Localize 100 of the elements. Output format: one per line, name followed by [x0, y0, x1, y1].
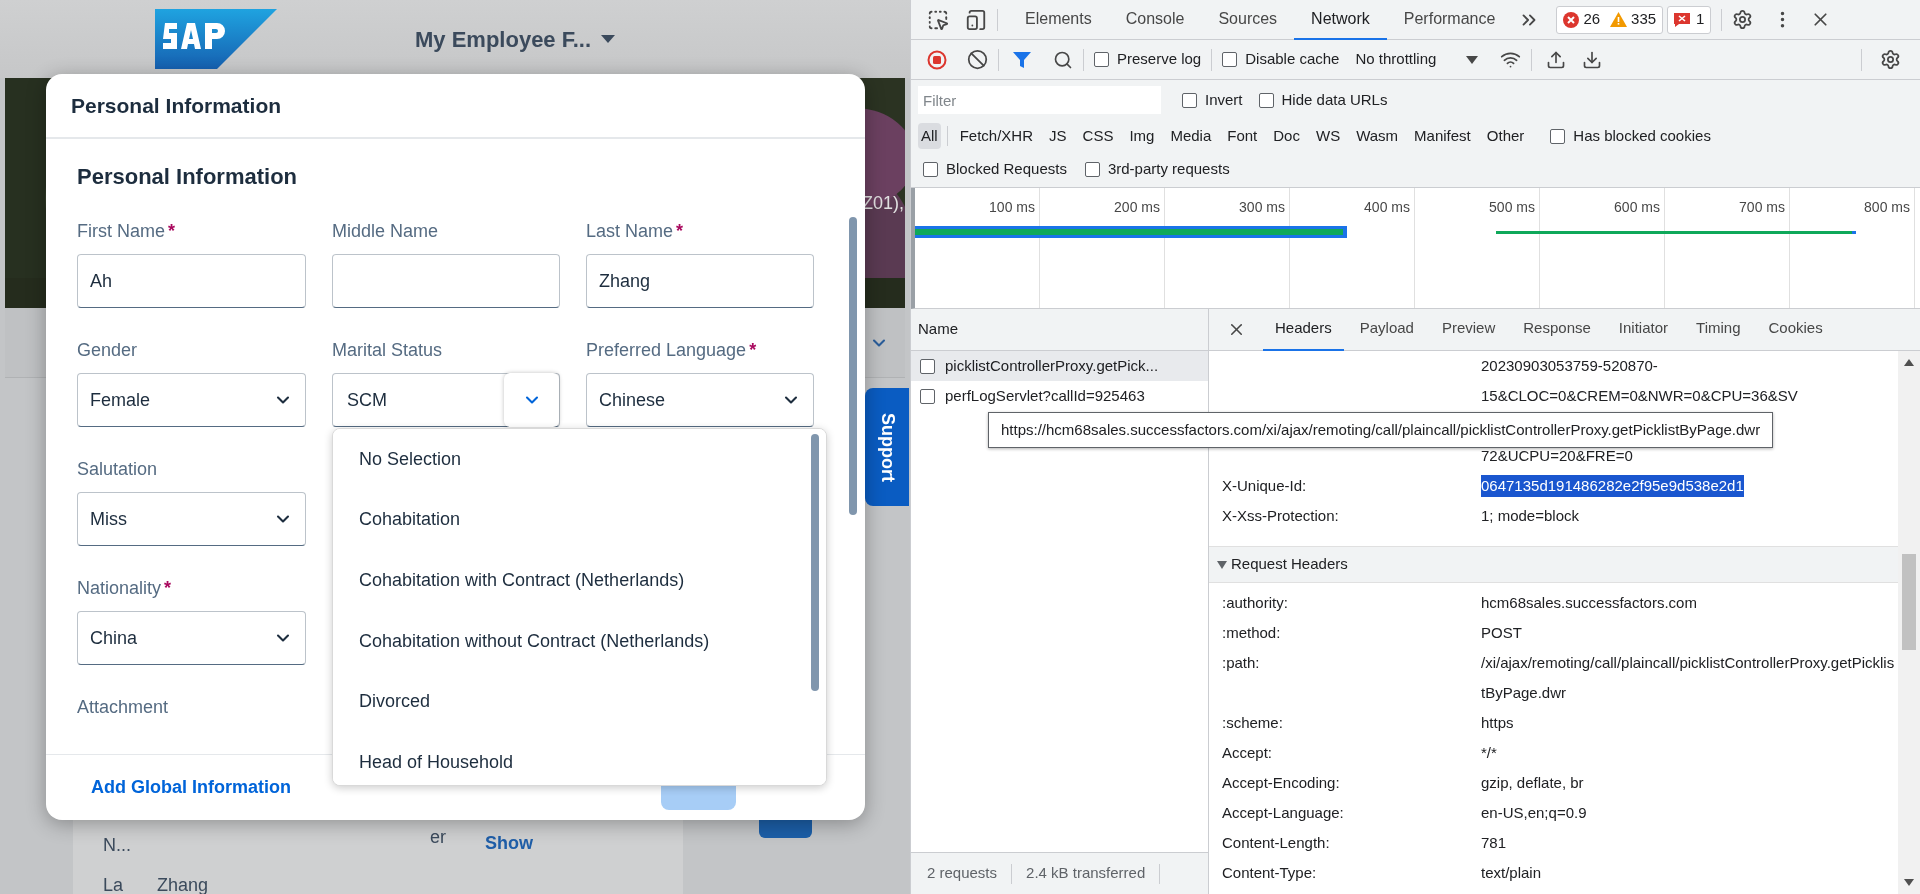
show-link[interactable]: Show: [485, 830, 533, 857]
text-input[interactable]: Ah: [77, 254, 306, 308]
filter-icon[interactable]: [1013, 50, 1031, 69]
type-filter-chip[interactable]: Font: [1224, 123, 1261, 149]
checkbox-label: Blocked Requests: [946, 159, 1067, 180]
detail-tab[interactable]: Timing: [1684, 308, 1753, 351]
scrollbar-thumb[interactable]: [849, 217, 857, 515]
detail-tab[interactable]: Headers: [1263, 308, 1344, 351]
required-mark: *: [168, 219, 176, 243]
checkbox-label: Preserve log: [1117, 49, 1202, 70]
select-field[interactable]: China: [77, 611, 306, 665]
search-icon[interactable]: [1053, 49, 1073, 70]
checkbox-label: Has blocked cookies: [1573, 125, 1711, 146]
checkbox[interactable]: [1550, 128, 1566, 144]
device-toolbar-icon[interactable]: [965, 8, 987, 31]
required-mark: *: [164, 576, 172, 600]
type-filter-chip[interactable]: JS: [1046, 123, 1070, 149]
checkbox-label: Disable cache: [1245, 49, 1340, 70]
header-value: text/plain: [1481, 863, 1543, 883]
throttling-select[interactable]: No throttling: [1355, 48, 1479, 71]
checkbox[interactable]: [920, 358, 935, 374]
checkbox[interactable]: [1222, 52, 1238, 67]
record-stop-icon[interactable]: [927, 49, 947, 70]
error-warning-counter[interactable]: 26 335: [1556, 5, 1664, 34]
field-label: First Name: [77, 219, 165, 243]
combo-box[interactable]: SCM: [332, 373, 560, 427]
checkbox[interactable]: [923, 162, 938, 177]
checkbox-label: 3rd-party requests: [1107, 159, 1230, 180]
dropdown-option[interactable]: Cohabitation with Contract (Netherlands): [333, 550, 826, 611]
type-filter-chip[interactable]: Media: [1167, 123, 1215, 149]
text-input[interactable]: Zhang: [586, 254, 814, 308]
detail-tab[interactable]: Response: [1511, 308, 1603, 351]
header-value: 15&CLOC=0&CREM=0&NWR=0&CPU=36&SV: [1481, 385, 1798, 406]
clear-icon[interactable]: [967, 49, 988, 70]
type-filter-chip[interactable]: All: [918, 123, 941, 149]
section-header[interactable]: Request Headers: [1209, 547, 1898, 583]
type-filter-chip[interactable]: WS: [1312, 123, 1344, 149]
text-input[interactable]: [332, 254, 560, 308]
header-name: X-Xss-Protection:: [1222, 505, 1340, 526]
download-icon[interactable]: [1582, 49, 1603, 70]
dropdown-option[interactable]: No Selection: [333, 429, 826, 490]
header-name: :authority:: [1222, 593, 1289, 613]
detail-tab[interactable]: Initiator: [1606, 308, 1681, 351]
type-filter-chip[interactable]: Manifest: [1411, 123, 1474, 149]
scrollbar-thumb[interactable]: [811, 434, 819, 691]
type-filter-chip[interactable]: Img: [1126, 123, 1158, 149]
dropdown-option[interactable]: Head of Household: [333, 731, 826, 785]
app-title-menu[interactable]: My Employee F...: [415, 22, 616, 56]
panel-tab[interactable]: Sources: [1201, 0, 1295, 40]
dropdown-option[interactable]: Cohabitation: [333, 489, 826, 551]
checkbox-label: Invert: [1205, 89, 1243, 110]
add-global-information-link[interactable]: Add Global Information: [91, 774, 291, 801]
inspect-icon[interactable]: [927, 8, 949, 31]
header-value: 1; mode=block: [1481, 505, 1579, 526]
select-field[interactable]: Chinese: [586, 373, 814, 427]
filter-input[interactable]: Filter: [918, 86, 1161, 114]
header-value: https: [1481, 713, 1515, 733]
time-tick-label: 700 ms: [1739, 198, 1785, 217]
settings-icon[interactable]: [1732, 9, 1754, 30]
support-tab[interactable]: Support: [865, 388, 909, 506]
type-filter-chip[interactable]: Wasm: [1353, 123, 1402, 149]
upload-icon[interactable]: [1546, 49, 1567, 70]
checkbox[interactable]: [1182, 92, 1197, 108]
field-label: Middle Name: [332, 219, 439, 243]
checkbox[interactable]: [1094, 52, 1109, 67]
header-value: */*: [1481, 743, 1498, 763]
type-filter-chip[interactable]: Doc: [1270, 123, 1303, 149]
select-field[interactable]: Miss: [77, 492, 306, 546]
checkbox[interactable]: [1258, 92, 1274, 108]
detail-tab[interactable]: Cookies: [1756, 308, 1835, 351]
detail-tab[interactable]: Payload: [1347, 308, 1426, 351]
dropdown-option[interactable]: Divorced: [333, 671, 826, 732]
type-filter-chip[interactable]: Fetch/XHR: [956, 123, 1037, 149]
header-name: Content-Length:: [1222, 833, 1331, 853]
scroll-up-icon[interactable]: [1904, 359, 1914, 366]
checkbox[interactable]: [1084, 162, 1100, 177]
field-label: Preferred Language: [586, 338, 747, 362]
panel-tab[interactable]: Elements: [1008, 0, 1109, 40]
expand-triangle-icon: [1217, 560, 1227, 569]
column-header[interactable]: Name: [918, 318, 958, 341]
scrollbar[interactable]: [1898, 351, 1920, 894]
type-filter-chip[interactable]: Other: [1483, 123, 1528, 149]
scrollbar-thumb[interactable]: [1902, 554, 1916, 650]
select-field[interactable]: Female: [77, 373, 306, 427]
type-filter-chip[interactable]: CSS: [1079, 123, 1117, 149]
header-name: Accept-Language:: [1222, 803, 1345, 823]
field-label: Attachment: [77, 695, 169, 719]
request-row[interactable]: picklistControllerProxy.getPick...: [911, 351, 1208, 381]
scroll-down-icon[interactable]: [1904, 879, 1914, 886]
dropdown-option[interactable]: Cohabitation without Contract (Netherlands): [333, 610, 826, 672]
time-tick-label: 100 ms: [989, 198, 1035, 217]
settings-icon[interactable]: [1880, 49, 1901, 70]
checkbox[interactable]: [920, 388, 935, 404]
issues-counter[interactable]: 1: [1667, 5, 1712, 34]
panel-tab[interactable]: Console: [1108, 0, 1202, 40]
header-value: gzip, deflate, br: [1481, 773, 1585, 793]
detail-tab[interactable]: Preview: [1429, 308, 1508, 351]
panel-tab[interactable]: Performance: [1386, 0, 1513, 40]
header-value: POST: [1481, 623, 1523, 643]
row-label: N...: [103, 834, 131, 857]
